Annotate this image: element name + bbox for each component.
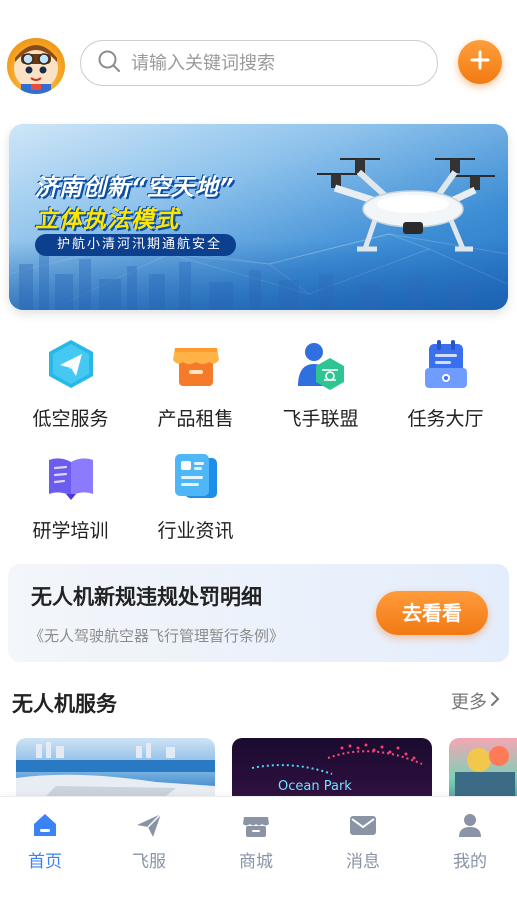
bottom-tab-bar: 首页 飞服 商城 消息 我的 (0, 796, 517, 904)
top-header (0, 36, 517, 94)
chevron-right-icon (490, 691, 500, 712)
news-document-icon (175, 454, 217, 498)
send-icon (137, 813, 162, 837)
search-bar[interactable] (80, 40, 438, 86)
shop-icon (243, 817, 269, 837)
service-label: 低空服务 (32, 408, 109, 430)
plus-icon (469, 49, 491, 75)
mail-icon (350, 816, 376, 835)
service-card[interactable] (449, 738, 517, 798)
drone-image (317, 158, 495, 252)
service-label: 产品租售 (157, 408, 234, 430)
more-label: 更多 (451, 692, 487, 713)
banner-title-line2: 立体执法模式 (35, 207, 179, 233)
tab-mall[interactable]: 商城 (211, 811, 301, 872)
promo-banner[interactable]: 济南创新“空天地” 立体执法模式 护航小清河汛期通航安全 (9, 124, 508, 310)
tab-label: 飞服 (132, 852, 166, 872)
city-coast-photo (16, 742, 215, 798)
notice-subtitle: 《无人驾驶航空器飞行管理暂行条例》 (29, 627, 285, 645)
search-input[interactable] (131, 52, 421, 74)
home-icon (34, 814, 56, 836)
home-page: 济南创新“空天地” 立体执法模式 护航小清河汛期通航安全 (0, 0, 517, 904)
pilot-drone-icon (298, 343, 344, 390)
clipboard-task-icon (425, 340, 467, 388)
tab-label: 我的 (453, 852, 487, 872)
paper-plane-icon (49, 340, 93, 388)
section-title: 无人机服务 (12, 692, 117, 716)
service-card[interactable] (16, 738, 215, 798)
tab-flight-service[interactable]: 飞服 (104, 811, 194, 872)
drone-light-show-photo: Ocean Park (251, 743, 423, 794)
service-item-low-altitude[interactable]: 低空服务 (8, 338, 133, 438)
notice-title: 无人机新规违规处罚明细 (31, 585, 262, 609)
tab-home[interactable]: 首页 (0, 811, 90, 872)
add-button[interactable] (458, 40, 502, 84)
service-label: 研学培训 (32, 520, 109, 542)
ocean-park-caption: Ocean Park (278, 779, 352, 794)
tab-profile[interactable]: 我的 (425, 811, 515, 872)
service-item-industry-news[interactable]: 行业资讯 (133, 450, 258, 550)
storefront-icon (173, 348, 219, 386)
service-item-product-rental[interactable]: 产品租售 (133, 338, 258, 438)
service-card-list: Ocean Park (0, 738, 517, 798)
tab-label: 消息 (346, 852, 380, 872)
view-button[interactable]: 去看看 (376, 591, 488, 635)
tab-messages[interactable]: 消息 (318, 811, 408, 872)
user-icon (459, 814, 481, 837)
avatar[interactable] (7, 38, 65, 94)
street-photo (455, 746, 515, 798)
search-icon (97, 49, 121, 77)
service-label: 飞手联盟 (282, 408, 359, 430)
service-item-study-training[interactable]: 研学培训 (8, 450, 133, 550)
service-label: 行业资讯 (157, 520, 234, 542)
service-label: 任务大厅 (407, 408, 484, 430)
open-book-icon (49, 458, 93, 500)
banner-title-line1: 济南创新“空天地” (35, 175, 235, 201)
service-item-task-hall[interactable]: 任务大厅 (383, 338, 508, 438)
more-link[interactable]: 更多 (451, 688, 500, 714)
tab-label: 商城 (239, 852, 273, 872)
regulation-notice-card[interactable]: 无人机新规违规处罚明细 《无人驾驶航空器飞行管理暂行条例》 去看看 (8, 564, 509, 662)
service-item-pilot-alliance[interactable]: 飞手联盟 (258, 338, 383, 438)
banner-subtitle: 护航小清河汛期通航安全 (35, 234, 237, 256)
tab-label: 首页 (28, 852, 62, 872)
service-card[interactable]: Ocean Park (232, 738, 432, 798)
